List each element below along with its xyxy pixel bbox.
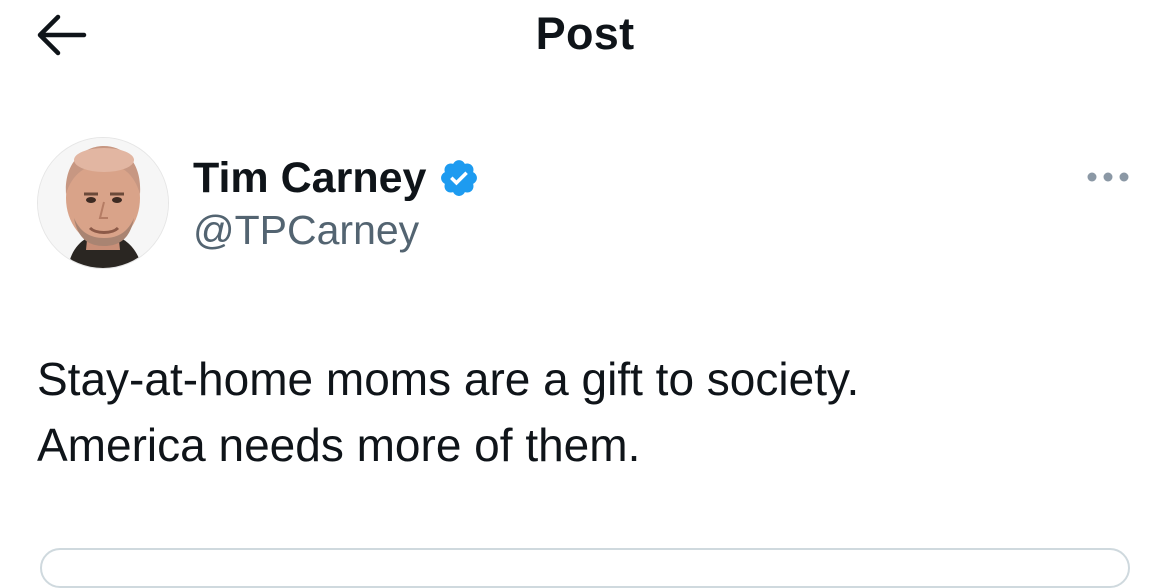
top-bar: Post bbox=[0, 0, 1170, 76]
author-handle[interactable]: @TPCarney bbox=[193, 207, 419, 254]
post-text-line: Stay-at-home moms are a gift to society. bbox=[37, 353, 860, 405]
embedded-card-edge[interactable] bbox=[40, 548, 1130, 588]
author-name-row: Tim Carney bbox=[193, 152, 480, 204]
post-text: Stay-at-home moms are a gift to society.… bbox=[37, 346, 1137, 478]
post-text-line: America needs more of them. bbox=[37, 419, 641, 471]
more-options-icon bbox=[1087, 172, 1129, 182]
verified-badge-icon bbox=[441, 160, 478, 196]
page-title: Post bbox=[535, 8, 635, 59]
more-options-button[interactable] bbox=[1080, 160, 1136, 194]
avatar[interactable] bbox=[37, 137, 169, 269]
author-name[interactable]: Tim Carney bbox=[193, 154, 426, 203]
